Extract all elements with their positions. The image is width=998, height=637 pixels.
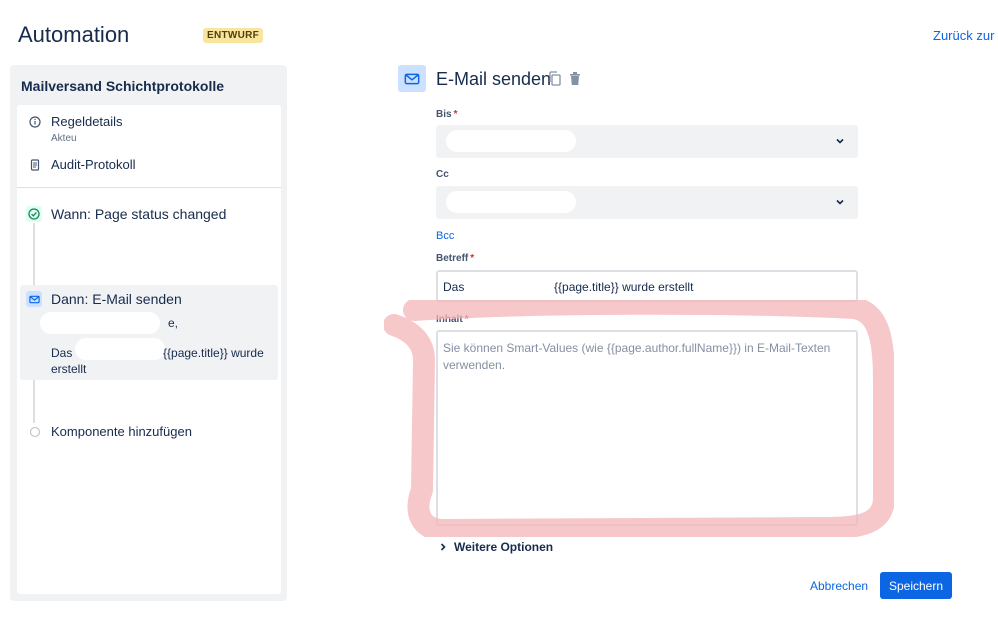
- info-icon: [28, 115, 42, 129]
- empty-circle-icon: [28, 425, 42, 439]
- sidebar-item-label: Regeldetails: [51, 114, 123, 129]
- step-trigger[interactable]: Wann: Page status changed: [26, 206, 226, 222]
- subject-label: Betreff *: [436, 253, 475, 264]
- rule-steps-panel: Regeldetails Akteu Audit-Protokoll Wann:…: [17, 105, 281, 594]
- check-circle-icon: [26, 206, 42, 222]
- sidebar-item-label: Audit-Protokoll: [51, 157, 136, 172]
- chevron-right-icon: [440, 543, 446, 551]
- status-badge: ENTWURF: [203, 28, 264, 43]
- redacted-block: [75, 338, 165, 360]
- chevron-down-icon: [836, 138, 844, 144]
- subject-input[interactable]: Das {{page.title}} wurde erstellt: [436, 270, 858, 302]
- add-component-item[interactable]: Komponente hinzufügen: [28, 424, 192, 439]
- more-options-label: Weitere Optionen: [454, 540, 554, 554]
- step-label: Wann: Page status changed: [51, 206, 227, 222]
- step-label: Komponente hinzufügen: [51, 424, 192, 439]
- rule-actor-label: Akteu: [51, 133, 77, 144]
- cc-label: Cc: [436, 169, 449, 180]
- rule-name: Mailversand Schichtprotokolle: [21, 78, 225, 94]
- mail-icon: [26, 291, 42, 307]
- redacted-block: [40, 312, 160, 334]
- rule-sidebar: Mailversand Schichtprotokolle Regeldetai…: [10, 65, 287, 601]
- body-textarea[interactable]: Sie können Smart-Values (wie {{page.auth…: [436, 330, 858, 526]
- action-title: E-Mail senden: [436, 69, 552, 89]
- mail-icon: [398, 65, 426, 92]
- bcc-link[interactable]: Bcc: [436, 230, 454, 242]
- cancel-button[interactable]: Abbrechen: [804, 572, 874, 599]
- document-icon: [28, 158, 42, 172]
- chevron-down-icon: [836, 199, 844, 205]
- body-placeholder: Sie können Smart-Values (wie {{page.auth…: [443, 341, 831, 372]
- sidebar-divider: [17, 187, 281, 188]
- copy-icon[interactable]: [547, 70, 563, 86]
- back-link[interactable]: Zurück zur L: [933, 28, 998, 43]
- to-label: Bis *: [436, 109, 458, 120]
- more-options-toggle[interactable]: Weitere Optionen: [438, 540, 553, 554]
- step-desc-suffix: {{page.title}} wurde: [163, 346, 264, 360]
- step-label: Dann: E-Mail senden: [51, 291, 182, 307]
- page-title: Automation: [18, 22, 130, 47]
- save-button[interactable]: Speichern: [880, 572, 952, 599]
- redacted-value: [446, 130, 576, 152]
- step-desc-line1: e,: [168, 316, 179, 330]
- to-select[interactable]: [436, 125, 858, 158]
- subject-value-end: {{page.title}} wurde erstellt: [554, 280, 694, 294]
- subject-value-start: Das: [443, 280, 465, 294]
- sidebar-item-rule-details[interactable]: Regeldetails: [28, 114, 123, 129]
- sidebar-item-audit-log[interactable]: Audit-Protokoll: [28, 157, 136, 172]
- step-desc-line3: erstellt: [51, 362, 87, 376]
- step-action[interactable]: Dann: E-Mail senden: [26, 291, 182, 307]
- body-label: Inhalt *: [436, 314, 469, 325]
- cc-select[interactable]: [436, 186, 858, 219]
- redacted-value: [446, 191, 576, 213]
- step-desc-prefix: Das: [51, 346, 73, 360]
- trash-icon[interactable]: [567, 70, 583, 86]
